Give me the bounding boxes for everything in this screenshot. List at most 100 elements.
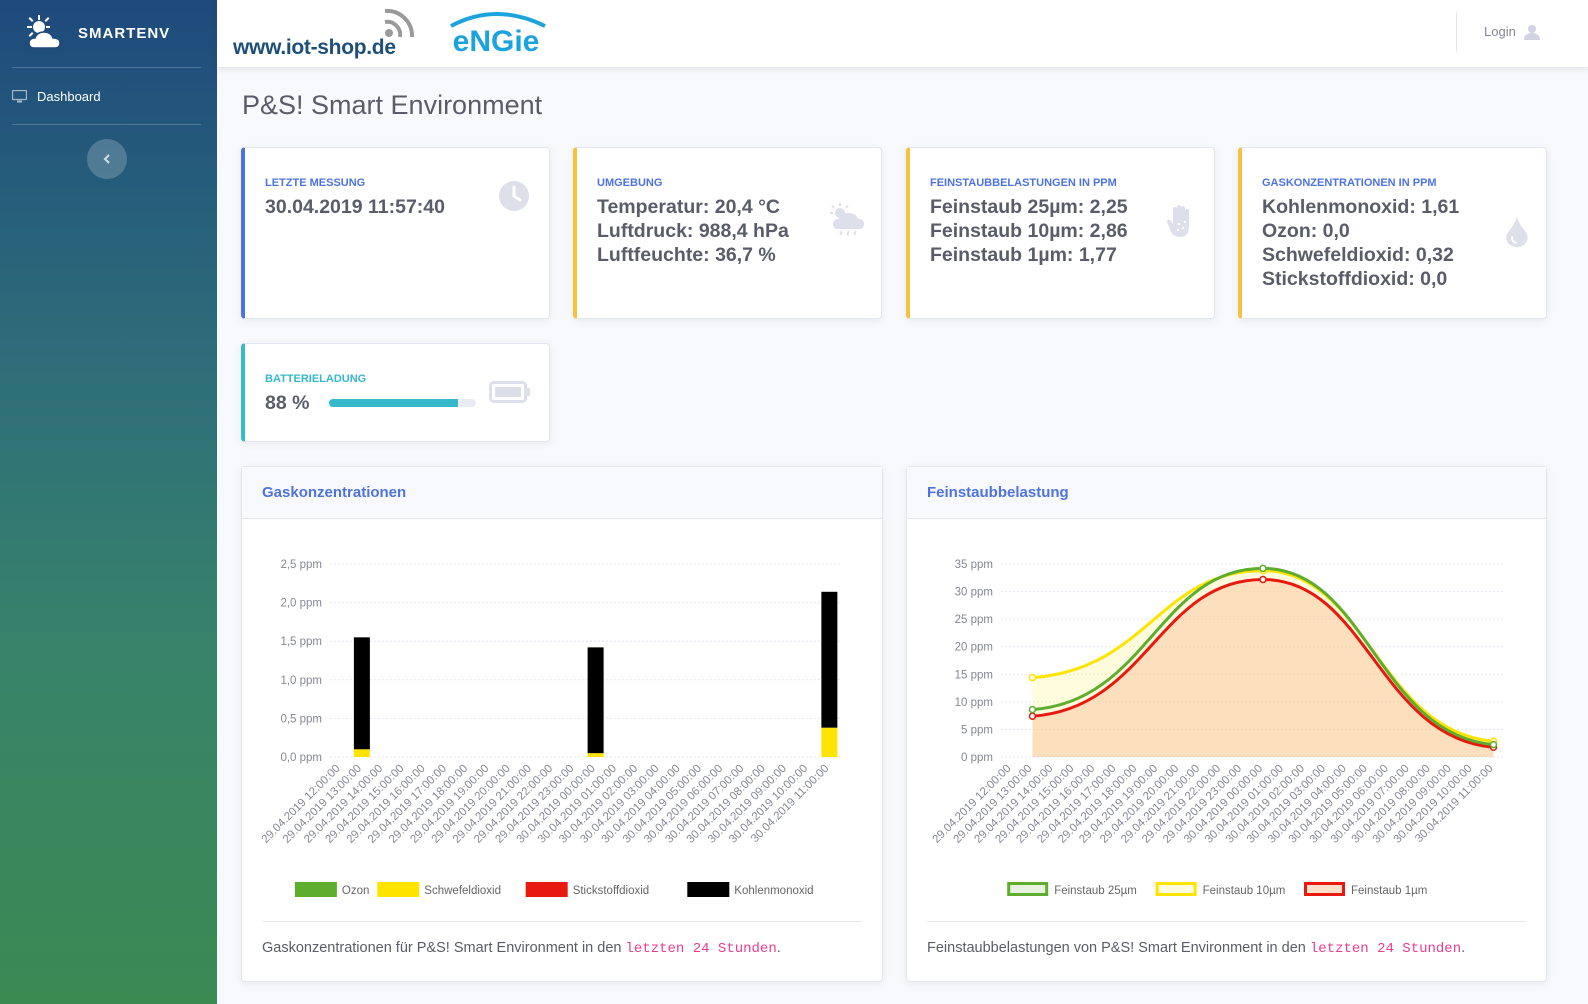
legend-label: Schwefeldioxid <box>424 885 501 897</box>
iot-shop-logo[interactable]: www.iot-shop.de <box>233 36 396 60</box>
legend-item: Schwefeldioxid <box>377 882 501 897</box>
card-value: Kohlenmonoxid: 1,61 Ozon: 0,0 Schwefeldi… <box>1262 195 1459 291</box>
y-tick-label: 1,5 ppm <box>280 636 322 648</box>
legend-label: Feinstaub 1µm <box>1351 885 1427 897</box>
card-gases: Gaskonzentrationen in PPM Kohlenmonoxid:… <box>1238 147 1547 319</box>
footer-text: Feinstaubbelastungen von P&S! Smart Envi… <box>927 940 1310 956</box>
data-point <box>1028 673 1037 682</box>
legend-label: Feinstaub 25µm <box>1054 885 1137 897</box>
sidebar-divider <box>12 124 201 125</box>
sidebar: SMARTENV Dashboard <box>0 0 217 1004</box>
bar-segment <box>353 637 370 750</box>
data-point <box>1259 564 1267 573</box>
particulate-1-value: Feinstaub 1µm: 1,77 <box>930 244 1117 266</box>
gas-chart-title: Gaskonzentrationen <box>242 467 882 519</box>
topbar-divider <box>1456 12 1457 52</box>
card-battery: Batterieladung 88 % <box>241 343 550 442</box>
ozone-value: Ozon: 0,0 <box>1262 220 1350 242</box>
footer-end: . <box>1461 940 1466 956</box>
card-label: Gaskonzentrationen in PPM <box>1262 177 1437 189</box>
bar-segment <box>587 647 604 754</box>
legend-item: Feinstaub 25µm <box>1007 882 1137 897</box>
y-tick-label: 15 ppm <box>955 669 993 681</box>
login-link[interactable]: Login <box>1484 24 1516 39</box>
y-tick-label: 10 ppm <box>955 697 993 709</box>
battery-icon <box>489 381 530 403</box>
engie-logo-text: eNGie <box>453 25 540 56</box>
card-label: Feinstaubbelastungen in PPM <box>930 177 1117 189</box>
card-environment: Umgebung Temperatur: 20,4 °C Luftdruck: … <box>573 147 882 319</box>
legend-item: Kohlenmonoxid <box>687 882 814 897</box>
engie-logo[interactable]: eNGie <box>441 8 551 56</box>
wifi-signal-icon <box>384 8 415 38</box>
legend-item: Feinstaub 10µm <box>1155 882 1286 897</box>
particulate-25-value: Feinstaub 25µm: 2,25 <box>930 196 1128 218</box>
legend-swatch <box>1007 882 1049 896</box>
y-tick-label: 2,0 ppm <box>280 598 322 610</box>
footer-code: letzten 24 Stunden <box>1309 941 1462 957</box>
data-point <box>1028 712 1037 720</box>
battery-value: 88 % <box>265 392 310 414</box>
sun-cloud-icon <box>27 14 61 49</box>
bar-segment <box>587 753 604 757</box>
bar-segment <box>353 749 370 757</box>
no2-value: Stickstoffdioxid: 0,0 <box>1262 268 1448 290</box>
data-point <box>1259 575 1267 584</box>
sidebar-item-dashboard[interactable]: Dashboard <box>0 68 217 124</box>
y-tick-label: 2,5 ppm <box>280 559 322 571</box>
legend-label: Kohlenmonoxid <box>734 885 813 897</box>
card-value: Temperatur: 20,4 °C Luftdruck: 988,4 hPa… <box>597 195 789 267</box>
y-tick-label: 30 ppm <box>955 587 993 599</box>
gas-chart-card: Gaskonzentrationen 0,0 ppm 0,5 ppm 1,0 ppm… <box>241 466 883 982</box>
data-point <box>1028 705 1037 714</box>
y-tick-label: 0 ppm <box>961 752 993 764</box>
legend-swatch <box>294 882 337 897</box>
y-tick-label: 0,5 ppm <box>280 713 322 725</box>
legend-swatch <box>525 882 568 897</box>
battery-progress <box>329 399 476 407</box>
battery-progress-fill <box>329 399 459 407</box>
gas-chart: 0,0 ppm 0,5 ppm 1,0 ppm 1,5 ppm 2,0 ppm 2,5 p… <box>260 559 840 897</box>
sidebar-item-label: Dashboard <box>37 88 101 104</box>
bar-segment <box>821 727 838 757</box>
legend-item: Ozon <box>294 882 370 897</box>
legend-label: Ozon <box>342 885 370 897</box>
humidity-value: Luftfeuchte: 36,7 % <box>597 244 776 266</box>
y-tick-label: 5 ppm <box>961 724 993 736</box>
legend-item: Stickstoffdioxid <box>525 882 650 897</box>
card-last-measurement: Letzte Messung 30.04.2019 11:57:40 <box>241 147 550 319</box>
tint-icon <box>1506 217 1528 247</box>
user-icon[interactable] <box>1524 24 1540 40</box>
brand-name: SMARTENV <box>78 25 171 42</box>
card-label: Batterieladung <box>265 373 367 385</box>
footer-text: Gaskonzentrationen für P&S! Smart Enviro… <box>262 940 626 956</box>
legend-label: Feinstaub 10µm <box>1203 885 1286 897</box>
dust-chart: 0 ppm 5 ppm 10 ppm 15 ppm 20 ppm 25 ppm 30 ppm… <box>930 559 1504 897</box>
legend-swatch <box>1155 882 1197 896</box>
card-particulates: Feinstaubbelastungen in PPM Feinstaub 25… <box>906 147 1215 319</box>
y-tick-label: 35 ppm <box>955 559 993 571</box>
cloud-sun-rain-icon <box>830 203 864 236</box>
legend-swatch <box>687 882 730 897</box>
card-label: Umgebung <box>597 177 663 189</box>
card-label: Letzte Messung <box>265 177 366 189</box>
dust-chart-title: Feinstaubbelastung <box>907 467 1546 519</box>
card-value: Feinstaub 25µm: 2,25 Feinstaub 10µm: 2,8… <box>930 195 1128 267</box>
clock-icon <box>499 181 529 211</box>
pressure-value: Luftdruck: 988,4 hPa <box>597 220 789 242</box>
particulate-10-value: Feinstaub 10µm: 2,86 <box>930 220 1128 242</box>
monitor-icon <box>12 89 27 102</box>
so2-value: Schwefeldioxid: 0,32 <box>1262 244 1454 266</box>
y-tick-label: 1,0 ppm <box>280 675 322 687</box>
sidebar-brand[interactable]: SMARTENV <box>0 0 217 67</box>
sidebar-toggle-button[interactable] <box>87 139 127 179</box>
y-tick-label: 20 ppm <box>955 642 993 654</box>
page-title: P&S! Smart Environment <box>242 90 543 120</box>
gas-chart-footer: Gaskonzentrationen für P&S! Smart Enviro… <box>262 921 862 957</box>
chevron-left-icon <box>103 154 110 164</box>
legend-swatch <box>377 882 420 897</box>
card-value: 30.04.2019 11:57:40 <box>265 195 445 219</box>
legend-label: Stickstoffdioxid <box>573 885 650 897</box>
bar-segment <box>821 591 838 728</box>
co-value: Kohlenmonoxid: 1,61 <box>1262 196 1460 218</box>
